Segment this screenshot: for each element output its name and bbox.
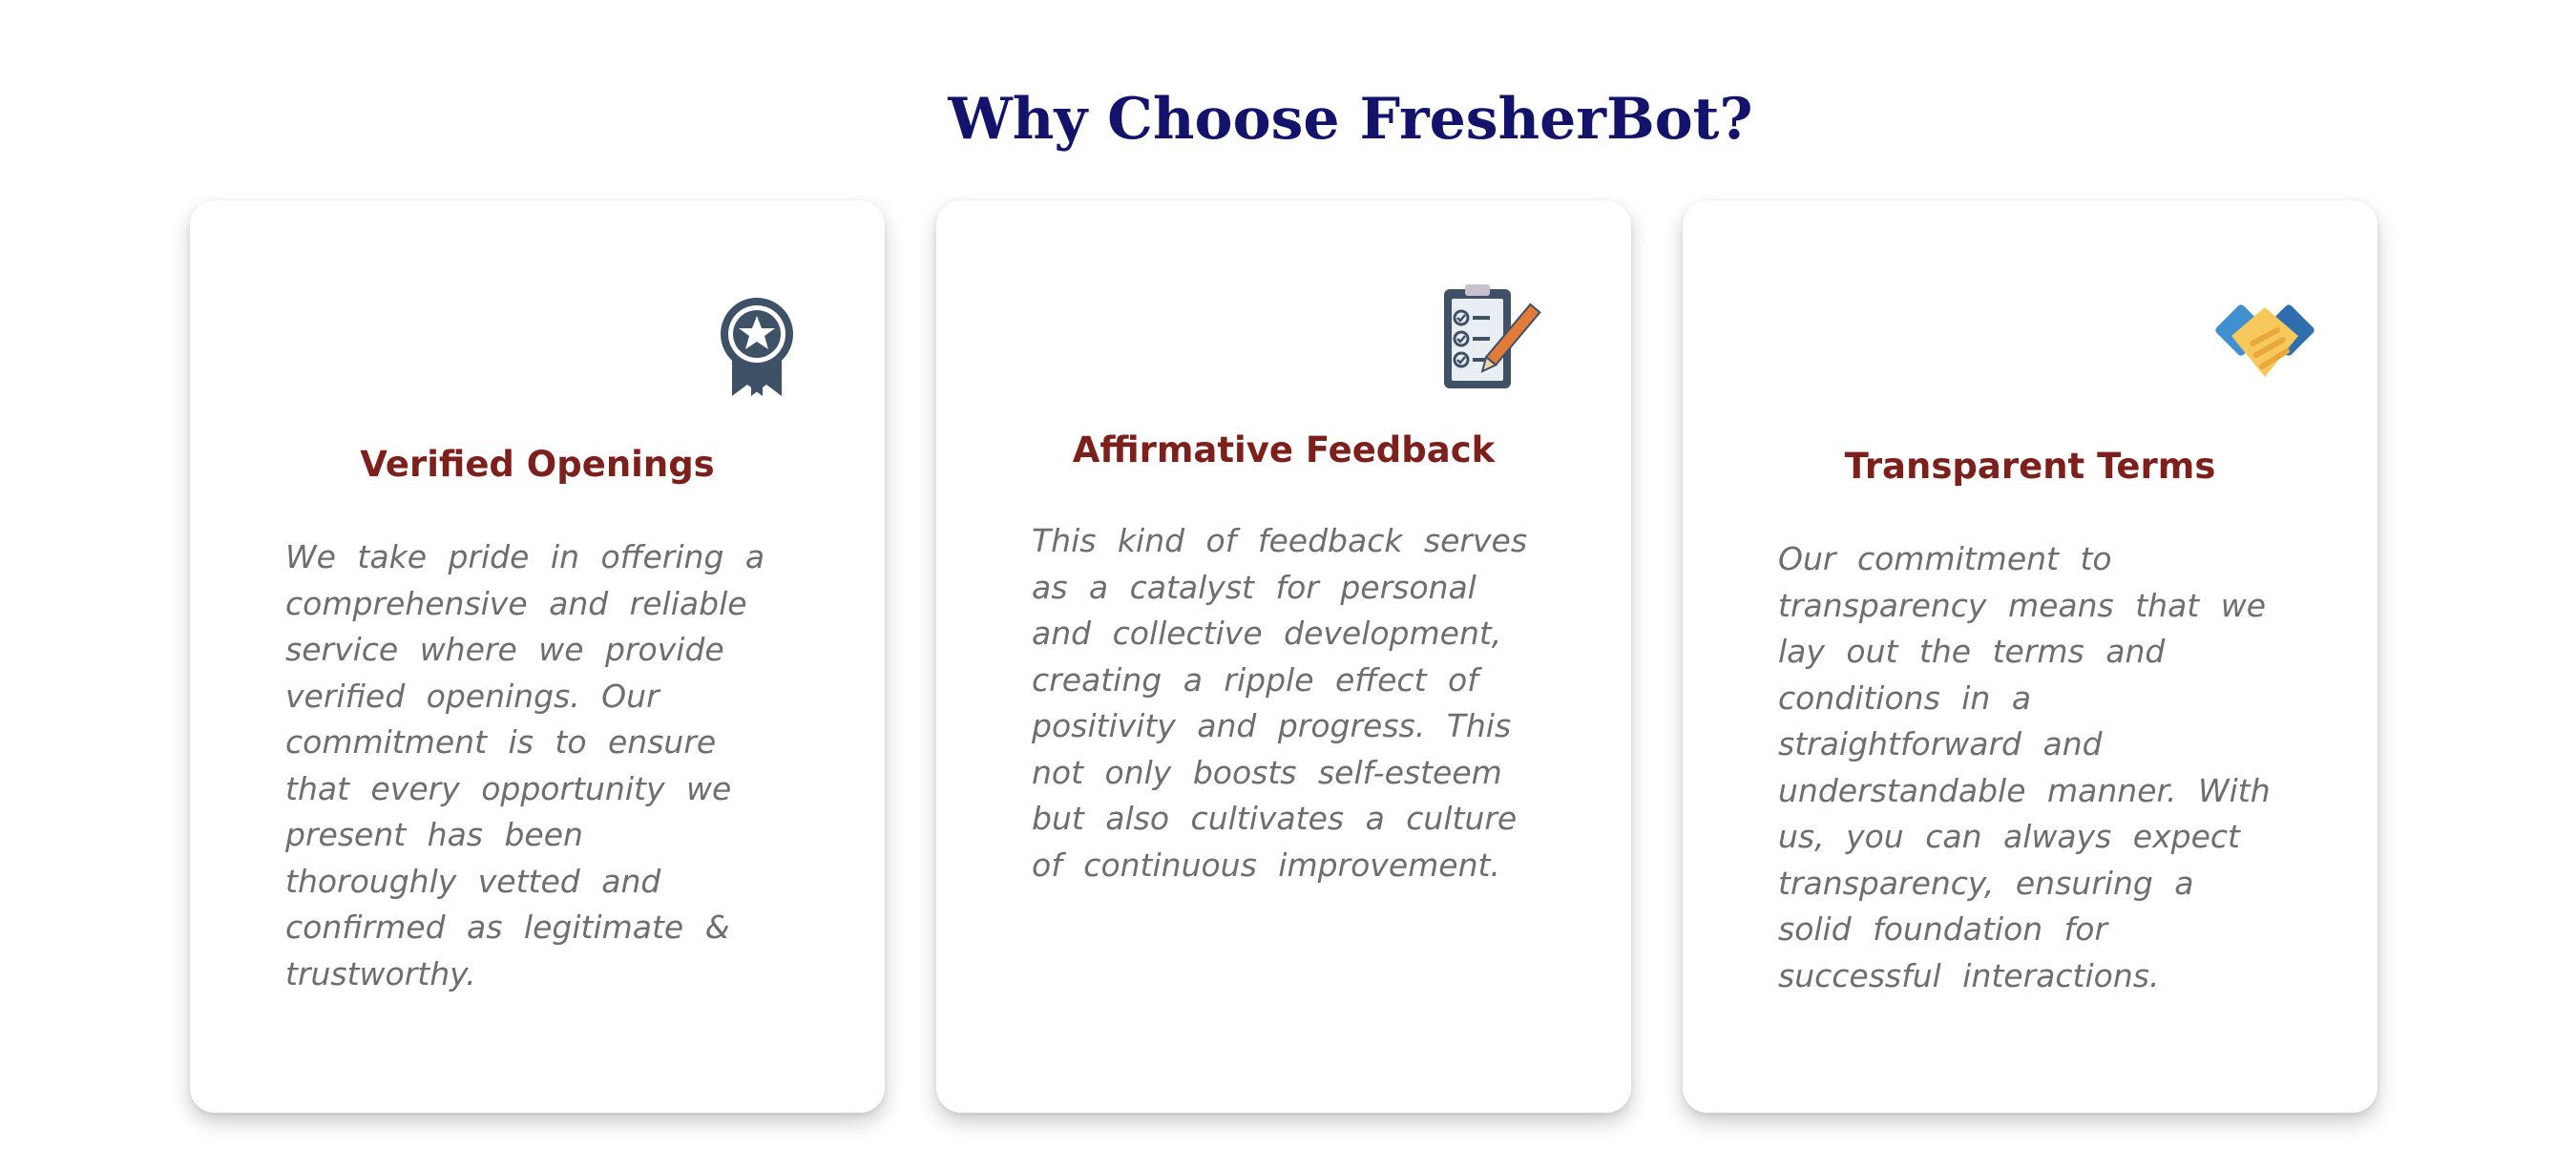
card-description: This kind of feedback serves as a cataly… xyxy=(1032,522,1528,884)
section-title: Why Choose FresherBot? xyxy=(948,86,1753,153)
card-description: Our commitment to transparency means tha… xyxy=(1778,540,2271,994)
why-choose-section: Why Choose FresherBot? Verified Openings… xyxy=(0,0,2576,1170)
card-heading: Verified Openings xyxy=(360,444,715,485)
feature-card-verified-openings: Verified Openings We take pride in offer… xyxy=(190,200,885,1113)
card-heading: Affirmative Feedback xyxy=(1072,429,1496,470)
feature-card-transparent-terms: Transparent Terms Our commitment to tran… xyxy=(1683,200,2377,1113)
clipboard-checklist-icon xyxy=(1423,282,1547,396)
card-heading: Transparent Terms xyxy=(1844,446,2216,487)
card-description: We take pride in offering a comprehensiv… xyxy=(285,538,765,992)
award-badge-icon xyxy=(696,291,820,406)
handshake-icon xyxy=(2203,286,2327,401)
feature-card-affirmative-feedback: Affirmative Feedback This kind of feedba… xyxy=(936,200,1631,1113)
